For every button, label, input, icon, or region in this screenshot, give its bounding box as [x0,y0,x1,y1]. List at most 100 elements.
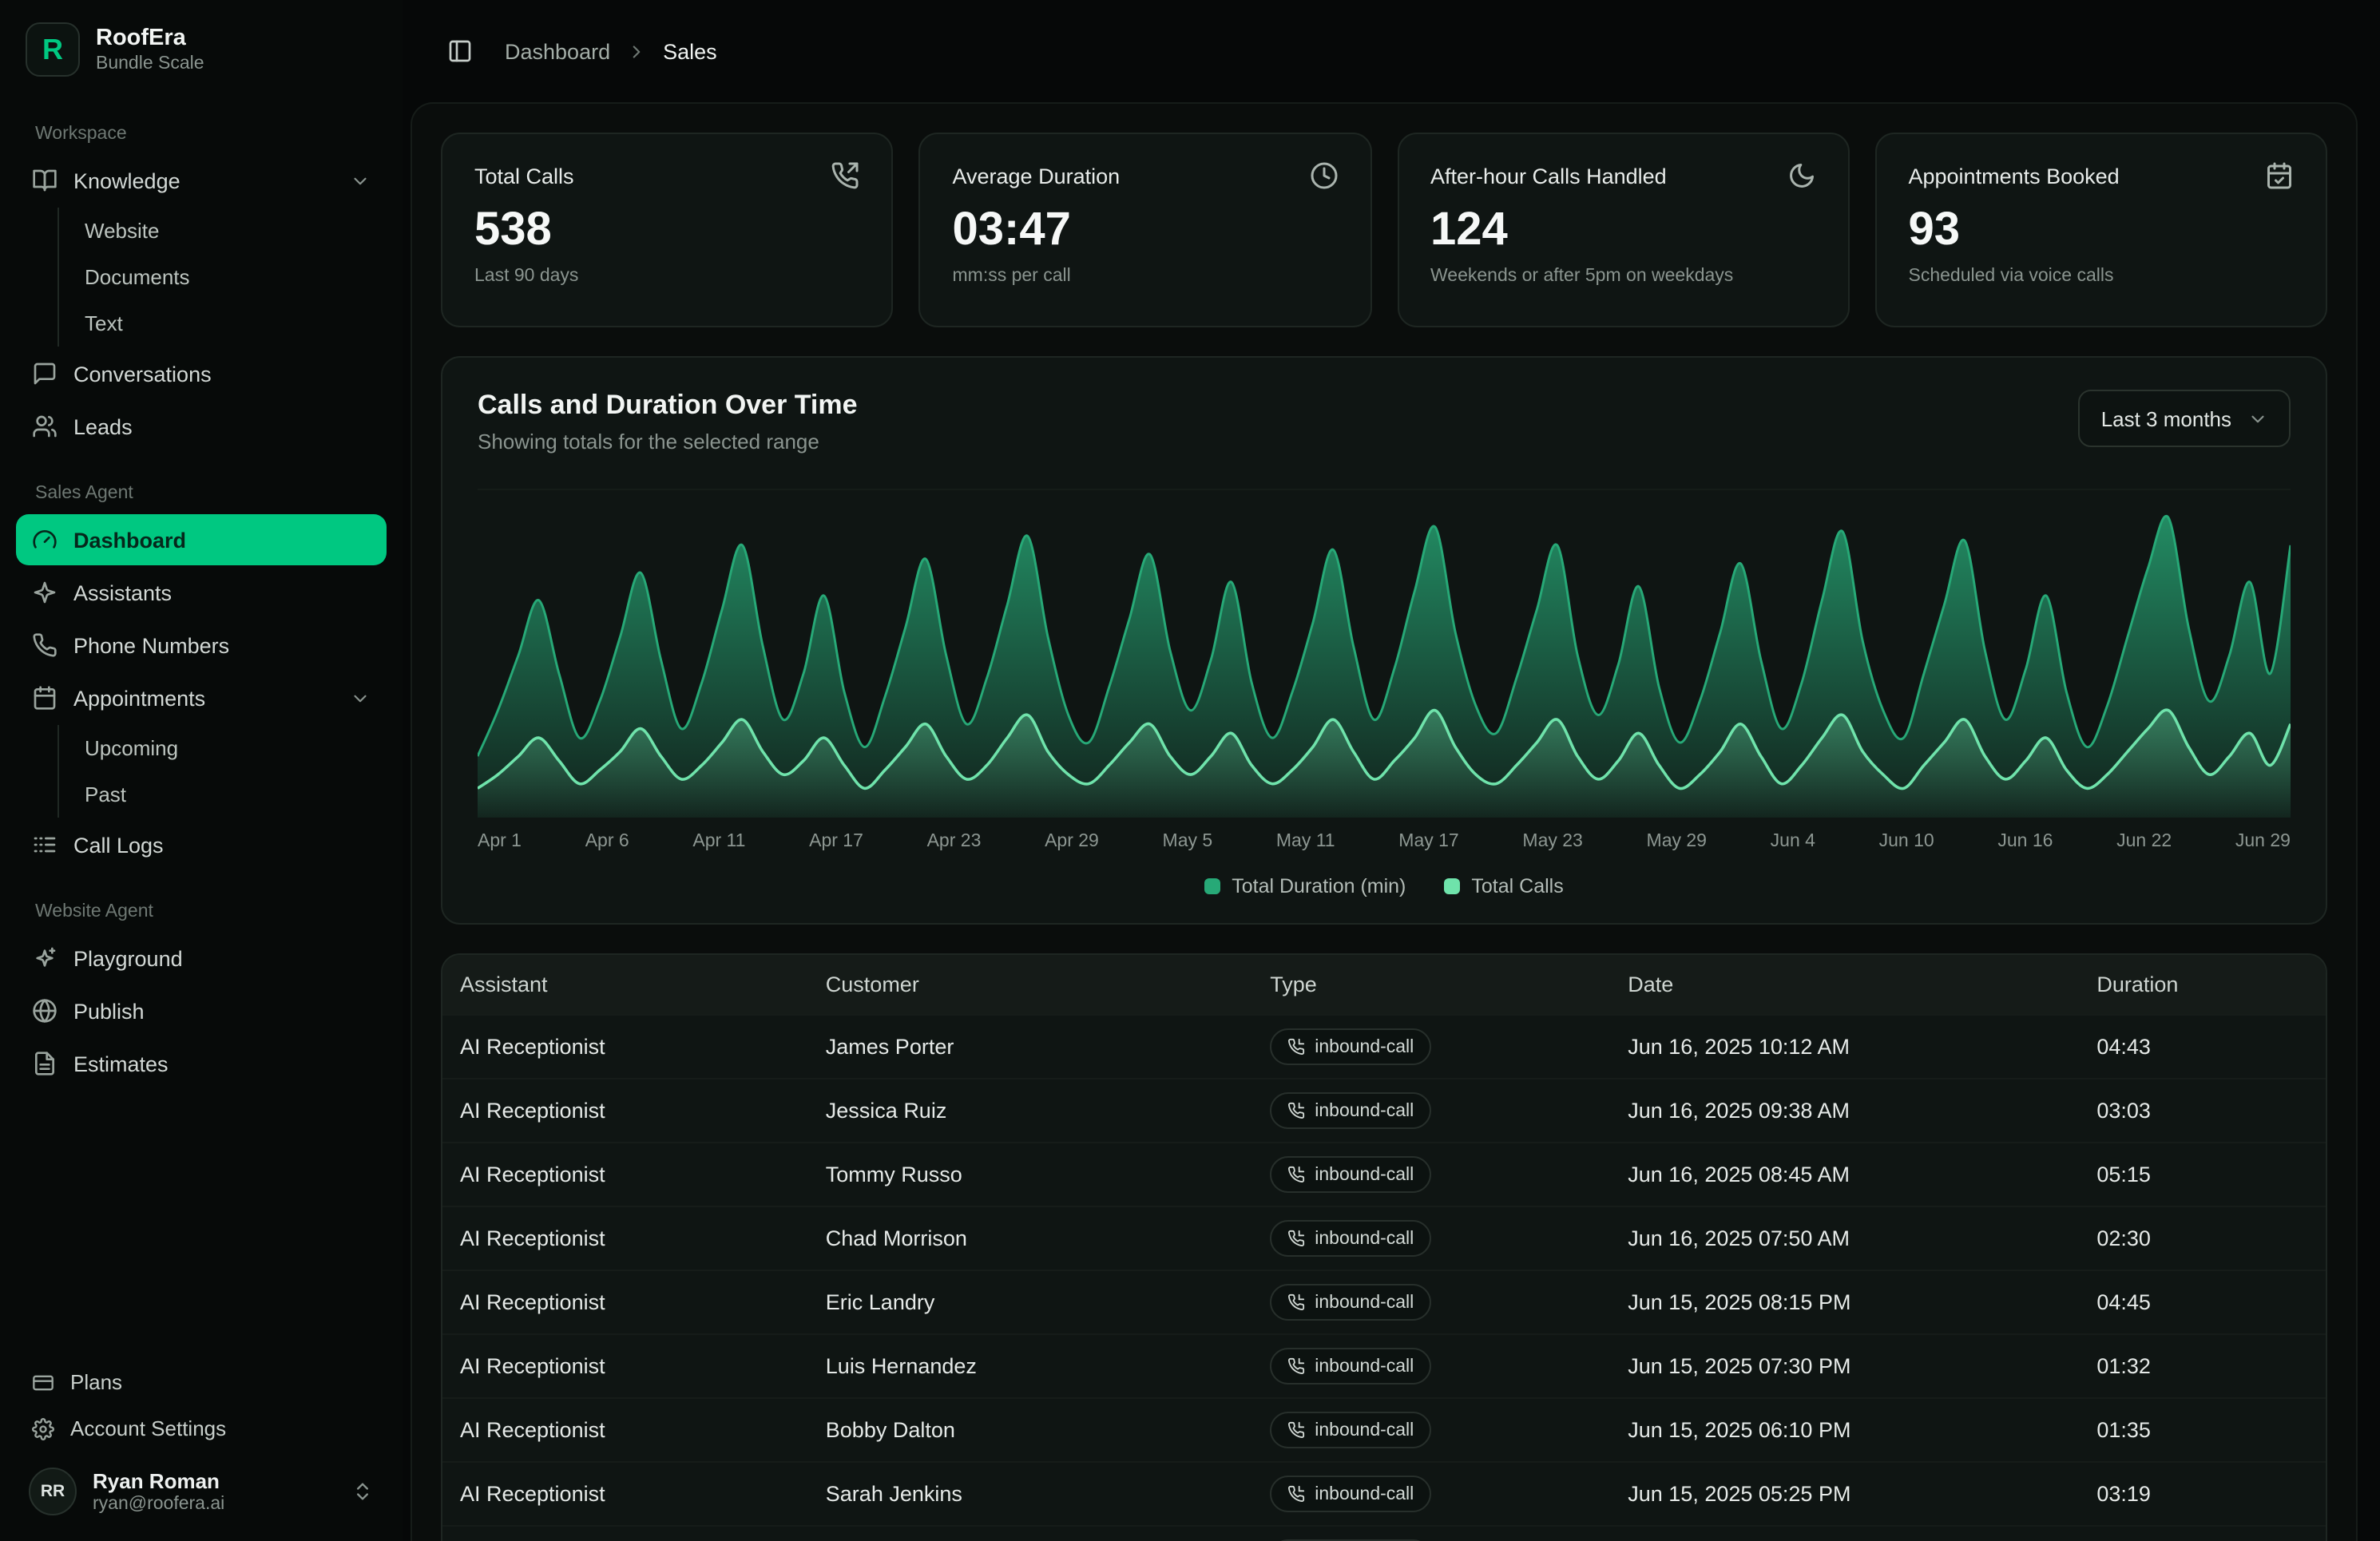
sidebar-item-plans[interactable]: Plans [16,1359,387,1405]
sidebar-item-conversations[interactable]: Conversations [16,348,387,399]
legend-label: Total Calls [1471,875,1563,897]
cell-customer: Sarah Jenkins [810,1464,1254,1523]
call-type-label: inbound-call [1315,1037,1414,1056]
phone-incoming-icon [1287,1357,1305,1375]
table-row[interactable]: AI Receptionist Mark Ellison inbound-cal… [442,1525,2326,1541]
cell-type: inbound-call [1254,1399,1612,1461]
x-tick: Apr 6 [585,832,629,851]
sidebar-subitem-label: Documents [85,265,190,289]
call-type-badge: inbound-call [1270,1220,1431,1257]
workspace-switcher[interactable]: R RoofEra Bundle Scale [0,0,403,93]
chart-header: Calls and Duration Over Time Showing tot… [478,390,2291,454]
sidebar-item-dashboard[interactable]: Dashboard [16,514,387,565]
chart-card: Calls and Duration Over Time Showing tot… [441,356,2327,925]
section-label-workspace: Workspace [22,125,380,144]
cell-duration: 05:15 [2081,1145,2326,1204]
cell-type: inbound-call [1254,1527,1612,1541]
range-select[interactable]: Last 3 months [2079,390,2291,447]
sidebar-item-knowledge[interactable]: Knowledge [16,155,387,206]
chart-legend: Total Duration (min) Total Calls [478,875,2291,897]
section-label-website-agent: Website Agent [22,902,380,921]
sidebar-item-playground[interactable]: Playground [16,933,387,984]
stat-label: After-hour Calls Handled [1430,164,1667,188]
sidebar-item-assistants[interactable]: Assistants [16,567,387,618]
phone-incoming-icon [1287,1038,1305,1056]
app-window: R RoofEra Bundle Scale Workspace Knowled… [0,0,2380,1541]
stat-card-appointments-booked: Appointments Booked 93 Scheduled via voi… [1875,133,2328,327]
stat-value: 124 [1430,204,1816,257]
sidebar-subitem-website[interactable]: Website [58,208,387,254]
x-tick: Apr 23 [927,832,982,851]
table-row[interactable]: AI Receptionist Tommy Russo inbound-call… [442,1142,2326,1206]
stat-card-average-duration: Average Duration 03:47 mm:ss per call [919,133,1372,327]
call-type-badge: inbound-call [1270,1412,1431,1448]
brand-text: RoofEra Bundle Scale [96,26,204,73]
sidebar-item-leads[interactable]: Leads [16,401,387,452]
sidebar-item-label: Appointments [73,686,205,710]
call-type-badge: inbound-call [1270,1092,1431,1129]
cell-type: inbound-call [1254,1271,1612,1333]
table-row[interactable]: AI Receptionist Eric Landry inbound-call… [442,1270,2326,1333]
x-tick: May 5 [1163,832,1213,851]
cell-duration: 04:43 [2081,1017,2326,1076]
sidebar-subitem-upcoming[interactable]: Upcoming [58,725,387,771]
sidebar-item-account-settings[interactable]: Account Settings [16,1405,387,1452]
breadcrumb-dashboard[interactable]: Dashboard [505,39,610,63]
sparkles-icon [32,580,58,605]
chat-icon [32,361,58,386]
phone-incoming-icon [1287,1102,1305,1119]
cell-date: Jun 16, 2025 07:50 AM [1612,1209,2081,1268]
sidebar-item-publish[interactable]: Publish [16,985,387,1036]
sidebar-subitem-past[interactable]: Past [58,771,387,818]
clock-icon [1309,161,1338,190]
logo-letter: R [42,33,63,66]
x-tick: Jun 22 [2116,832,2172,851]
sidebar-subitem-documents[interactable]: Documents [58,254,387,300]
sidebar-item-label: Publish [73,999,145,1023]
stat-top: Average Duration [953,161,1339,190]
cell-date: Jun 15, 2025 03:45 PM [1612,1528,2081,1541]
table-row[interactable]: AI Receptionist Chad Morrison inbound-ca… [442,1206,2326,1270]
sidebar-subitem-text[interactable]: Text [58,300,387,347]
call-logs-icon [32,832,58,858]
user-menu[interactable]: RR Ryan Roman ryan@roofera.ai [16,1452,387,1525]
playground-icon [32,945,58,971]
sidebar-toggle-button[interactable] [438,29,482,73]
x-tick: May 17 [1398,832,1458,851]
area-chart [478,489,2291,818]
call-type-label: inbound-call [1315,1420,1414,1440]
user-email: ryan@roofera.ai [93,1495,224,1514]
x-tick: Apr 29 [1045,832,1099,851]
call-type-badge: inbound-call [1270,1028,1431,1065]
stat-caption: Weekends or after 5pm on weekdays [1430,267,1816,286]
sidebar-item-estimates[interactable]: Estimates [16,1038,387,1089]
table-row[interactable]: AI Receptionist James Porter inbound-cal… [442,1014,2326,1078]
x-tick: Jun 29 [2235,832,2291,851]
column-header-type: Type [1254,955,1612,1014]
cell-date: Jun 16, 2025 08:45 AM [1612,1145,2081,1204]
x-tick: Apr 1 [478,832,522,851]
table-body: AI Receptionist James Porter inbound-cal… [442,1014,2326,1541]
column-header-date: Date [1612,955,2081,1014]
chevron-down-icon [350,170,371,191]
legend-swatch [1444,878,1460,894]
column-header-duration: Duration [2081,955,2326,1014]
stat-top: Appointments Booked [1909,161,2295,190]
users-icon [32,414,58,439]
cell-date: Jun 15, 2025 08:15 PM [1612,1273,2081,1332]
chart-svg [478,490,2291,818]
table-row[interactable]: AI Receptionist Jessica Ruiz inbound-cal… [442,1078,2326,1142]
cell-duration: 04:45 [2081,1273,2326,1332]
table-row[interactable]: AI Receptionist Luis Hernandez inbound-c… [442,1333,2326,1397]
credit-card-icon [32,1371,54,1393]
cell-type: inbound-call [1254,1335,1612,1397]
stat-label: Appointments Booked [1909,164,2120,188]
table-row[interactable]: AI Receptionist Bobby Dalton inbound-cal… [442,1397,2326,1461]
cell-customer: Mark Ellison [810,1528,1254,1541]
breadcrumb: Dashboard Sales [505,39,717,63]
table-row[interactable]: AI Receptionist Sarah Jenkins inbound-ca… [442,1461,2326,1525]
sidebar-item-appointments[interactable]: Appointments [16,672,387,723]
sidebar-item-label: Knowledge [73,168,180,192]
sidebar-item-phone-numbers[interactable]: Phone Numbers [16,620,387,671]
sidebar-item-call-logs[interactable]: Call Logs [16,819,387,870]
